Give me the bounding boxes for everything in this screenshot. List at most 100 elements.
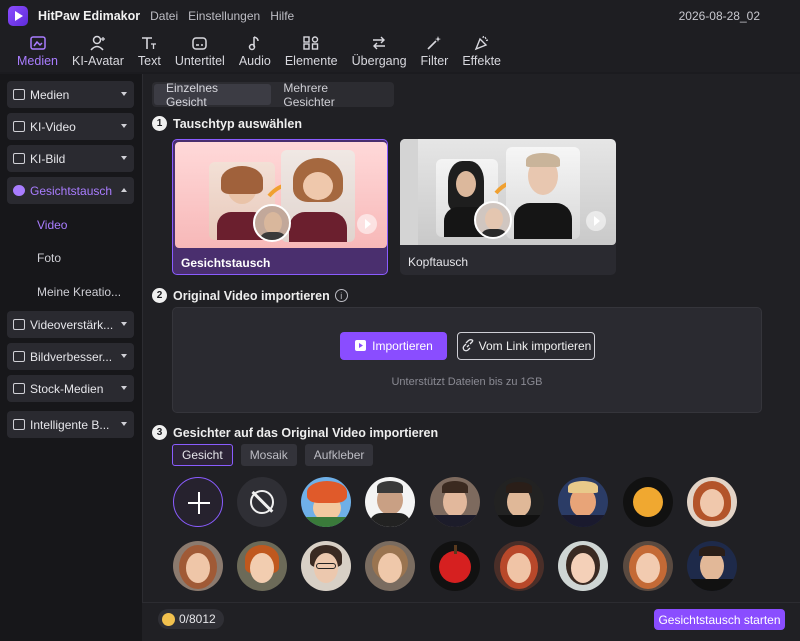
sidebar-item-label: Gesichtstausch (30, 183, 113, 198)
import-from-link-button[interactable]: Vom Link importieren (457, 332, 595, 360)
face-thumbnail[interactable] (430, 477, 480, 527)
media-icon (29, 36, 46, 50)
face-thumbnail[interactable] (301, 541, 351, 591)
sidebar-subitem-foto[interactable]: Foto (37, 251, 61, 265)
file-size-hint: Unterstützt Dateien bis zu 1GB (391, 376, 543, 388)
tool-ki-avatar[interactable]: KI-Avatar (65, 32, 131, 72)
chevron-down-icon (121, 354, 127, 358)
tool-ki-avatar-label: KI-Avatar (72, 54, 124, 68)
sidebar-item-ki-video[interactable]: KI-Video (7, 113, 134, 140)
face-thumbnail[interactable] (558, 477, 608, 527)
face-thumbnail[interactable] (237, 541, 287, 591)
step-number: 1 (152, 116, 167, 131)
title-bar: HitPaw Edimakor Datei Einstellungen Hilf… (0, 0, 800, 32)
face-thumbnail[interactable] (494, 477, 544, 527)
chevron-down-icon (121, 92, 127, 96)
sidebar-item-label: Videoverstärk... (30, 317, 114, 332)
step-title: Gesichter auf das Original Video importi… (173, 425, 439, 440)
face-thumbnail[interactable] (558, 541, 608, 591)
tool-uebergang[interactable]: Übergang (345, 32, 414, 72)
swap-type-kopftausch-card[interactable]: Kopftausch (400, 139, 616, 275)
tool-filter-label: Filter (420, 54, 449, 68)
tab-mosaik[interactable]: Mosaik (240, 444, 297, 466)
face-thumbnail[interactable] (301, 477, 351, 527)
import-dropzone[interactable] (172, 307, 762, 413)
sidebar-item-medien[interactable]: Medien (7, 81, 134, 108)
project-title: 2026-08-28_02 (678, 9, 760, 23)
credits-counter[interactable]: 0/8012 (158, 609, 224, 629)
app-name: HitPaw Edimakor (38, 9, 141, 23)
step-number: 3 (152, 425, 167, 440)
sidebar-item-label: KI-Video (30, 119, 76, 134)
face-source-tabs: Gesicht Mosaik Aufkleber (172, 444, 374, 466)
sidebar-item-gesichtstausch[interactable]: Gesichtstausch (7, 177, 134, 204)
step-2-heading: 2 Original Video importieren i (152, 288, 348, 303)
face-thumbnail[interactable] (430, 541, 480, 591)
face-thumbnail[interactable] (365, 541, 415, 591)
tool-medien[interactable]: Medien (10, 32, 65, 72)
face-thumbnail[interactable] (494, 541, 544, 591)
add-face-button[interactable] (173, 477, 223, 527)
swap-type-label: Kopftausch (408, 255, 469, 269)
sidebar-item-ki-bild[interactable]: KI-Bild (7, 145, 134, 172)
tool-untertitel-label: Untertitel (174, 54, 225, 68)
menu-einstellungen[interactable]: Einstellungen (188, 9, 260, 23)
no-face-button[interactable] (237, 477, 287, 527)
result-photo (281, 150, 355, 242)
step-1-heading: 1 Tauschtyp auswählen (152, 116, 302, 131)
face-thumbnail[interactable] (623, 541, 673, 591)
tool-elemente-label: Elemente (284, 54, 338, 68)
effects-icon (474, 35, 488, 51)
chevron-down-icon (121, 322, 127, 326)
sidebar-item-bildverbesserer[interactable]: Bildverbesser... (7, 343, 134, 370)
sidebar-subitem-video[interactable]: Video (37, 218, 67, 232)
sidebar-item-label: Bildverbesser... (30, 349, 113, 364)
step-title: Tauschtyp auswählen (173, 116, 302, 131)
sidebar-item-intelligente-bearbeitung[interactable]: Intelligente B... (7, 411, 134, 438)
tab-mehrere-gesichter[interactable]: Mehrere Gesichter (271, 81, 392, 109)
sidebar-subitem-meine-kreationen[interactable]: Meine Kreatio... (37, 285, 121, 299)
folder-icon (13, 89, 25, 100)
credits-value: 0/8012 (179, 612, 216, 626)
menu-hilfe[interactable]: Hilfe (270, 9, 294, 23)
step-number: 2 (152, 288, 167, 303)
text-icon (142, 37, 157, 49)
tool-text[interactable]: Text (131, 32, 168, 72)
tool-elemente[interactable]: Elemente (278, 32, 345, 72)
face-thumbnail[interactable] (173, 541, 223, 591)
face-swap-preview (175, 142, 387, 248)
face-thumbnail[interactable] (687, 541, 737, 591)
tab-einzelnes-gesicht[interactable]: Einzelnes Gesicht (154, 81, 272, 109)
chevron-down-icon (121, 386, 127, 390)
tool-audio[interactable]: Audio (232, 32, 278, 72)
import-button[interactable]: Importieren (340, 332, 447, 360)
swap-type-gesichtstausch-card[interactable]: Gesichtstausch (172, 139, 388, 275)
menu-datei[interactable]: Datei (150, 9, 178, 23)
audio-icon (248, 36, 259, 51)
sidebar-item-label: Medien (30, 87, 70, 102)
import-from-link-label: Vom Link importieren (478, 339, 592, 353)
face-thumbnail[interactable] (365, 477, 415, 527)
image-icon (13, 153, 25, 164)
tool-filter[interactable]: Filter (414, 32, 456, 72)
result-photo (506, 147, 580, 239)
play-icon[interactable] (357, 214, 377, 234)
tab-aufkleber[interactable]: Aufkleber (304, 444, 374, 466)
tool-uebergang-label: Übergang (351, 54, 407, 68)
sidebar-item-videoverstaerker[interactable]: Videoverstärk... (7, 311, 134, 338)
tool-effekte[interactable]: Effekte (455, 32, 508, 72)
tab-gesicht[interactable]: Gesicht (172, 444, 233, 466)
sidebar-item-stock-medien[interactable]: Stock-Medien (7, 375, 134, 402)
enhance-video-icon (13, 319, 25, 330)
import-button-label: Importieren (372, 339, 433, 353)
enhance-image-icon (13, 351, 25, 362)
play-icon[interactable] (586, 211, 606, 231)
link-icon (462, 339, 474, 352)
tool-untertitel[interactable]: Untertitel (168, 32, 232, 72)
app-logo-icon (8, 6, 28, 26)
face-thumbnail[interactable] (623, 477, 673, 527)
face-thumbnail[interactable] (687, 477, 737, 527)
step-title: Original Video importieren (173, 288, 330, 303)
info-icon[interactable]: i (334, 289, 348, 302)
start-face-swap-button[interactable]: Gesichtstausch starten (654, 609, 785, 630)
